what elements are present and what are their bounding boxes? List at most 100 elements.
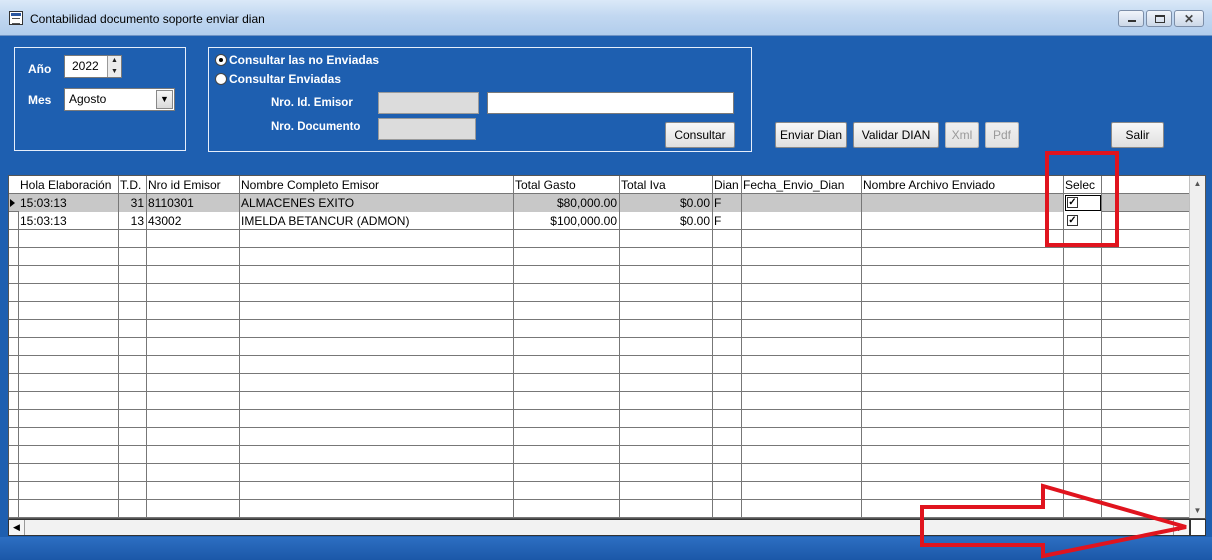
col-dian[interactable]: Dian (713, 176, 742, 194)
cell-total-iva[interactable] (620, 338, 713, 356)
cell-fecha-envio[interactable] (742, 374, 862, 392)
cell-selec[interactable] (1064, 266, 1102, 284)
cell-td[interactable] (119, 500, 147, 518)
cell-nro-id[interactable] (147, 284, 240, 302)
radio-not-sent[interactable] (215, 54, 227, 66)
empty-row[interactable] (9, 248, 1189, 266)
empty-row[interactable] (9, 320, 1189, 338)
cell-nombre[interactable] (240, 248, 514, 266)
cell-fecha-envio[interactable] (742, 302, 862, 320)
cell-dian[interactable] (713, 482, 742, 500)
cell-nro-id[interactable] (147, 392, 240, 410)
cell-selec[interactable] (1064, 302, 1102, 320)
cell-archivo[interactable] (862, 194, 1064, 212)
cell-total-gasto[interactable] (514, 500, 620, 518)
cell-dian[interactable] (713, 302, 742, 320)
cell-nombre[interactable] (240, 464, 514, 482)
table-row[interactable]: 15:03:13 31 8110301 ALMACENES EXITO $80,000.… (9, 194, 1189, 212)
exit-button[interactable]: Salir (1111, 122, 1164, 148)
empty-row[interactable] (9, 446, 1189, 464)
cell-archivo[interactable] (862, 374, 1064, 392)
cell-fecha-envio[interactable] (742, 266, 862, 284)
cell-nombre[interactable] (240, 410, 514, 428)
cell-nro-id[interactable] (147, 266, 240, 284)
cell-nro-id[interactable] (147, 500, 240, 518)
cell-nombre[interactable] (240, 266, 514, 284)
cell-td[interactable] (119, 392, 147, 410)
cell-fecha-envio[interactable] (742, 284, 862, 302)
col-td[interactable]: T.D. (119, 176, 147, 194)
cell-td[interactable] (119, 374, 147, 392)
cell-hora[interactable]: 15:03:13 (19, 212, 119, 230)
cell-dian[interactable]: F (713, 194, 742, 212)
cell-nombre[interactable] (240, 356, 514, 374)
cell-hora[interactable] (19, 374, 119, 392)
cell-selec[interactable] (1064, 284, 1102, 302)
col-total-iva[interactable]: Total Iva (620, 176, 713, 194)
cell-hora[interactable] (19, 500, 119, 518)
cell-nombre[interactable] (240, 446, 514, 464)
cell-total-iva[interactable] (620, 428, 713, 446)
cell-nombre[interactable] (240, 284, 514, 302)
cell-archivo[interactable] (862, 320, 1064, 338)
cell-total-iva[interactable]: $0.00 (620, 194, 713, 212)
cell-selec[interactable] (1064, 500, 1102, 518)
empty-row[interactable] (9, 482, 1189, 500)
cell-nro-id[interactable] (147, 428, 240, 446)
cell-nro-id[interactable] (147, 482, 240, 500)
cell-td[interactable] (119, 248, 147, 266)
cell-nombre[interactable] (240, 428, 514, 446)
cell-total-gasto[interactable] (514, 374, 620, 392)
cell-nro-id[interactable] (147, 338, 240, 356)
cell-fecha-envio[interactable] (742, 392, 862, 410)
cell-total-iva[interactable] (620, 302, 713, 320)
cell-nro-id[interactable] (147, 410, 240, 428)
cell-total-iva[interactable] (620, 284, 713, 302)
col-archivo[interactable]: Nombre Archivo Enviado (862, 176, 1064, 194)
cell-total-gasto[interactable] (514, 266, 620, 284)
cell-total-gasto[interactable] (514, 338, 620, 356)
cell-total-iva[interactable] (620, 374, 713, 392)
close-button[interactable]: ✕ (1174, 10, 1204, 27)
empty-row[interactable] (9, 338, 1189, 356)
cell-selec[interactable] (1064, 482, 1102, 500)
cell-nombre[interactable] (240, 482, 514, 500)
cell-fecha-envio[interactable] (742, 338, 862, 356)
cell-total-gasto[interactable] (514, 446, 620, 464)
cell-hora[interactable] (19, 428, 119, 446)
table-row[interactable]: 15:03:13 13 43002 IMELDA BETANCUR (ADMON) $1… (9, 212, 1189, 230)
cell-td[interactable] (119, 428, 147, 446)
cell-td[interactable] (119, 464, 147, 482)
cell-selec[interactable] (1064, 392, 1102, 410)
cell-hora[interactable] (19, 302, 119, 320)
vertical-scrollbar[interactable]: ▲ ▼ (1189, 176, 1205, 518)
cell-dian[interactable] (713, 500, 742, 518)
cell-total-gasto[interactable]: $80,000.00 (514, 194, 620, 212)
issuer-name-input[interactable] (487, 92, 734, 114)
cell-total-iva[interactable] (620, 230, 713, 248)
cell-td[interactable] (119, 356, 147, 374)
issuer-id-input[interactable] (378, 92, 479, 114)
cell-dian[interactable] (713, 374, 742, 392)
cell-dian[interactable] (713, 338, 742, 356)
empty-row[interactable] (9, 392, 1189, 410)
cell-hora[interactable] (19, 392, 119, 410)
cell-total-iva[interactable] (620, 392, 713, 410)
cell-nombre[interactable] (240, 500, 514, 518)
radio-sent[interactable] (215, 73, 227, 85)
cell-dian[interactable] (713, 320, 742, 338)
cell-total-gasto[interactable] (514, 464, 620, 482)
cell-total-gasto[interactable] (514, 320, 620, 338)
cell-total-iva[interactable]: $0.00 (620, 212, 713, 230)
cell-nro-id[interactable] (147, 320, 240, 338)
col-hora[interactable]: Hola Elaboración (19, 176, 119, 194)
cell-dian[interactable] (713, 356, 742, 374)
cell-fecha-envio[interactable] (742, 428, 862, 446)
cell-nro-id[interactable] (147, 374, 240, 392)
cell-archivo[interactable] (862, 410, 1064, 428)
cell-selec[interactable] (1064, 464, 1102, 482)
cell-selec[interactable] (1064, 410, 1102, 428)
cell-total-iva[interactable] (620, 446, 713, 464)
cell-nombre[interactable]: ALMACENES EXITO (240, 194, 514, 212)
cell-archivo[interactable] (862, 284, 1064, 302)
